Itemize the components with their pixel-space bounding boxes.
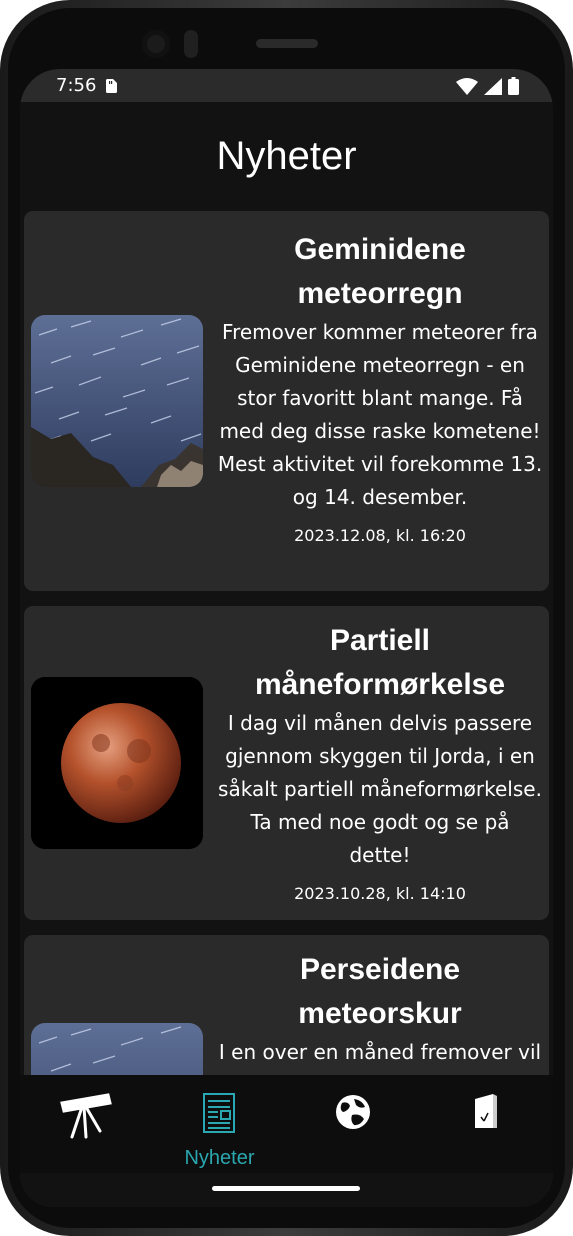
globe-icon: [336, 1095, 370, 1129]
news-title: Perseidene meteorskur: [298, 953, 462, 1030]
nav-item-telescope[interactable]: [20, 1075, 153, 1173]
sim-card-icon: [106, 79, 117, 93]
wifi-icon: [456, 77, 478, 95]
news-date: 2023.10.28, kl. 14:10: [294, 884, 466, 903]
news-body: I dag vil månen delvis passere gjennom s…: [218, 711, 542, 867]
status-bar: 7:56: [20, 69, 553, 102]
news-card[interactable]: Perseidene meteorskur I en over en måned…: [24, 935, 549, 1075]
news-body: I en over en måned fremover vil: [218, 1040, 542, 1064]
news-body: Fremover kommer meteorer fra Geminidene …: [217, 320, 543, 509]
news-date: 2023.12.08, kl. 16:20: [294, 526, 466, 545]
star-trails-image: [31, 1023, 203, 1075]
nav-label-news: Nyheter: [184, 1147, 255, 1169]
news-content: Partiell måneformørkelse I dag vil månen…: [217, 619, 543, 904]
front-camera: [142, 30, 170, 58]
news-content: Perseidene meteorskur I en over en måned…: [217, 948, 543, 1069]
door-icon: [475, 1094, 497, 1128]
news-content: Geminidene meteorregn Fremover kommer me…: [217, 228, 543, 546]
news-card[interactable]: Geminidene meteorregn Fremover kommer me…: [24, 211, 549, 591]
earpiece-speaker: [256, 39, 318, 48]
signal-icon: [484, 77, 502, 95]
nav-item-door[interactable]: [419, 1075, 552, 1173]
system-navigation-bar: [20, 1173, 553, 1207]
newspaper-icon: [203, 1093, 235, 1133]
bottom-navigation: Nyheter: [20, 1075, 553, 1173]
nav-item-globe[interactable]: [286, 1075, 419, 1173]
page-title: Nyheter: [216, 134, 357, 178]
telescope-icon: [60, 1093, 112, 1139]
screen: 7:56 Nyheter Geminidene meteorregn Fremo…: [20, 69, 553, 1207]
proximity-sensor: [184, 30, 198, 58]
news-feed[interactable]: Nyheter Geminidene meteorregn Fremover k…: [20, 102, 553, 1075]
phone-frame: 7:56 Nyheter Geminidene meteorregn Fremo…: [0, 0, 573, 1236]
home-indicator[interactable]: [212, 1186, 360, 1191]
blood-moon-image: [31, 677, 203, 849]
app-content: Nyheter Geminidene meteorregn Fremover k…: [20, 102, 553, 1207]
status-time: 7:56: [56, 75, 97, 96]
news-title: Partiell måneformørkelse: [254, 624, 506, 701]
nav-item-news[interactable]: Nyheter: [153, 1075, 286, 1173]
news-title: Geminidene meteorregn: [294, 233, 466, 310]
star-trails-image: [31, 315, 203, 487]
news-card[interactable]: Partiell måneformørkelse I dag vil månen…: [24, 606, 549, 920]
battery-icon: [508, 77, 519, 95]
